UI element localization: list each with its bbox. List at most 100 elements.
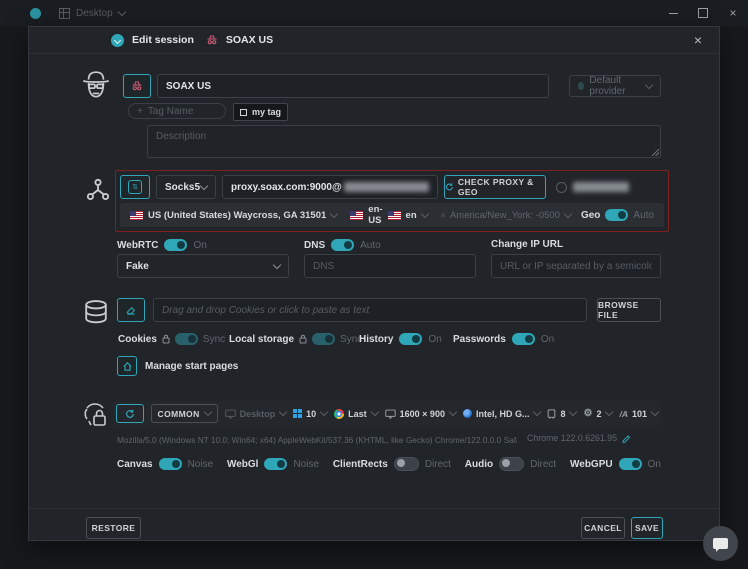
spy-icon [206, 34, 218, 46]
workspace-menu-label: Desktop [76, 8, 113, 19]
chevron-down-icon [449, 408, 457, 416]
preset-value: COMMON [158, 409, 200, 419]
local-storage-label: Local storage [229, 334, 294, 345]
ram-select[interactable]: 8 [547, 409, 576, 419]
edit-session-dialog: Edit session SOAX US × [28, 26, 720, 541]
provider-label: Default provider [589, 75, 646, 97]
fingerprint-section-icon [79, 399, 111, 431]
proxy-address-input[interactable]: proxy.soax.com:9000@ [222, 175, 438, 199]
cancel-button[interactable]: CANCEL [581, 517, 625, 539]
resolution-select[interactable]: 1600 × 900 [385, 409, 456, 419]
cpu-select[interactable]: ⚙ 2 [583, 409, 612, 419]
history-label: History [359, 334, 393, 345]
dns-toggle[interactable] [331, 239, 354, 251]
maximize-button[interactable] [688, 0, 718, 26]
fonts-select[interactable]: /A 101 [619, 409, 658, 419]
webrtc-mode-value: Fake [126, 261, 149, 272]
workspace-menu[interactable]: Desktop [59, 8, 125, 19]
proxy-section-icon [85, 177, 111, 203]
webgpu-group: WebGPU On [570, 458, 661, 470]
os-version-select[interactable]: 10 [293, 409, 327, 419]
webgl-label: WebGl [227, 459, 258, 470]
browser-version-select[interactable]: Last [334, 409, 378, 419]
provider-select[interactable]: Default provider [569, 75, 661, 97]
us-flag-icon [350, 211, 363, 220]
monitor-icon [225, 409, 236, 419]
webrtc-state: On [193, 240, 206, 251]
canvas-label: Canvas [117, 459, 153, 470]
chevron-down-icon[interactable] [564, 209, 572, 217]
app-logo-icon [30, 8, 41, 19]
regenerate-fingerprint-button[interactable] [116, 404, 144, 423]
geo-mode: Auto [633, 210, 654, 221]
restore-button[interactable]: RESTORE [86, 517, 141, 539]
chevron-down-icon [651, 408, 659, 416]
canvas-group: Canvas Noise [117, 458, 213, 470]
browser-build-value: Chrome 122.0.6261.95 [527, 433, 617, 443]
minimize-button[interactable] [658, 0, 688, 26]
resize-grip[interactable] [652, 149, 659, 156]
cookies-toggle[interactable] [175, 333, 198, 345]
audio-toggle[interactable] [499, 457, 524, 471]
profile-icon-button[interactable] [123, 74, 151, 98]
check-proxy-button[interactable]: CHECK PROXY & GEO [444, 175, 546, 199]
window-close-button[interactable]: × [718, 0, 748, 26]
webrtc-toggle[interactable] [164, 239, 187, 251]
chevron-down-icon [117, 7, 125, 15]
clear-cookies-button[interactable] [117, 298, 145, 322]
canvas-toggle[interactable] [159, 458, 182, 470]
session-name-input[interactable] [157, 74, 549, 98]
dns-input[interactable] [304, 254, 476, 278]
audio-state: Direct [530, 459, 556, 470]
browse-file-button[interactable]: BROWSE FILE [597, 298, 661, 322]
webgpu-toggle[interactable] [619, 458, 642, 470]
tag-name-input[interactable]: + Tag Name [128, 103, 226, 119]
dialog-close-icon[interactable]: × [685, 27, 711, 53]
cookies-dropzone[interactable]: Drag and drop Cookies or click to paste … [153, 298, 587, 322]
cookies-section-icon [82, 299, 110, 329]
edit-pencil-icon[interactable] [621, 433, 631, 443]
platform-value: Desktop [240, 409, 276, 419]
description-textarea[interactable] [147, 125, 661, 158]
save-button[interactable]: SAVE [631, 517, 663, 539]
platform-select[interactable]: Desktop [225, 409, 287, 419]
cancel-label: CANCEL [584, 523, 622, 533]
proxy-order-button[interactable]: ⇅ [120, 175, 150, 199]
proxy-protocol-value: Socks5 [165, 182, 200, 193]
webgl-state: Noise [293, 459, 319, 470]
passwords-toggle[interactable] [512, 333, 535, 345]
passwords-label: Passwords [453, 334, 506, 345]
fingerprint-toolbar: COMMON Desktop 10 Last 1600 × [113, 401, 661, 426]
change-ip-url-input[interactable] [491, 254, 661, 278]
history-toggle[interactable] [399, 333, 422, 345]
browse-file-label: BROWSE FILE [598, 300, 660, 320]
dialog-header: Edit session SOAX US × [29, 27, 719, 54]
us-flag-icon [388, 211, 401, 220]
proxy-protocol-select[interactable]: Socks5 [156, 175, 216, 199]
language-primary: en-US [368, 204, 382, 226]
chevron-down-icon[interactable] [420, 209, 428, 217]
support-chat-button[interactable] [703, 526, 738, 561]
cpu-value: 2 [596, 409, 601, 419]
webrtc-mode-select[interactable]: Fake [117, 254, 289, 278]
clientrects-toggle[interactable] [394, 457, 419, 471]
restore-label: RESTORE [92, 523, 136, 533]
geo-location: US (United States) Waycross, GA 31501 [148, 210, 326, 221]
preset-select[interactable]: COMMON [151, 404, 218, 423]
geo-toggle[interactable] [605, 209, 628, 221]
cookies-state: Sync [203, 334, 225, 345]
webgpu-label: WebGPU [570, 459, 613, 470]
local-storage-toggle[interactable] [312, 333, 335, 345]
manage-start-pages-button[interactable]: Manage start pages [117, 356, 238, 376]
tag-chip[interactable]: my tag [233, 103, 288, 121]
chevron-down-icon [569, 408, 577, 416]
eraser-icon [125, 304, 137, 316]
lock-icon [162, 334, 170, 344]
gpu-select[interactable]: Intel, HD G... [463, 409, 541, 419]
os-version-value: 10 [306, 409, 316, 419]
webgl-toggle[interactable] [264, 458, 287, 470]
plus-icon: + [137, 106, 143, 117]
ram-value: 8 [560, 409, 565, 419]
chevron-down-icon[interactable] [330, 209, 338, 217]
footer-divider [29, 508, 719, 509]
